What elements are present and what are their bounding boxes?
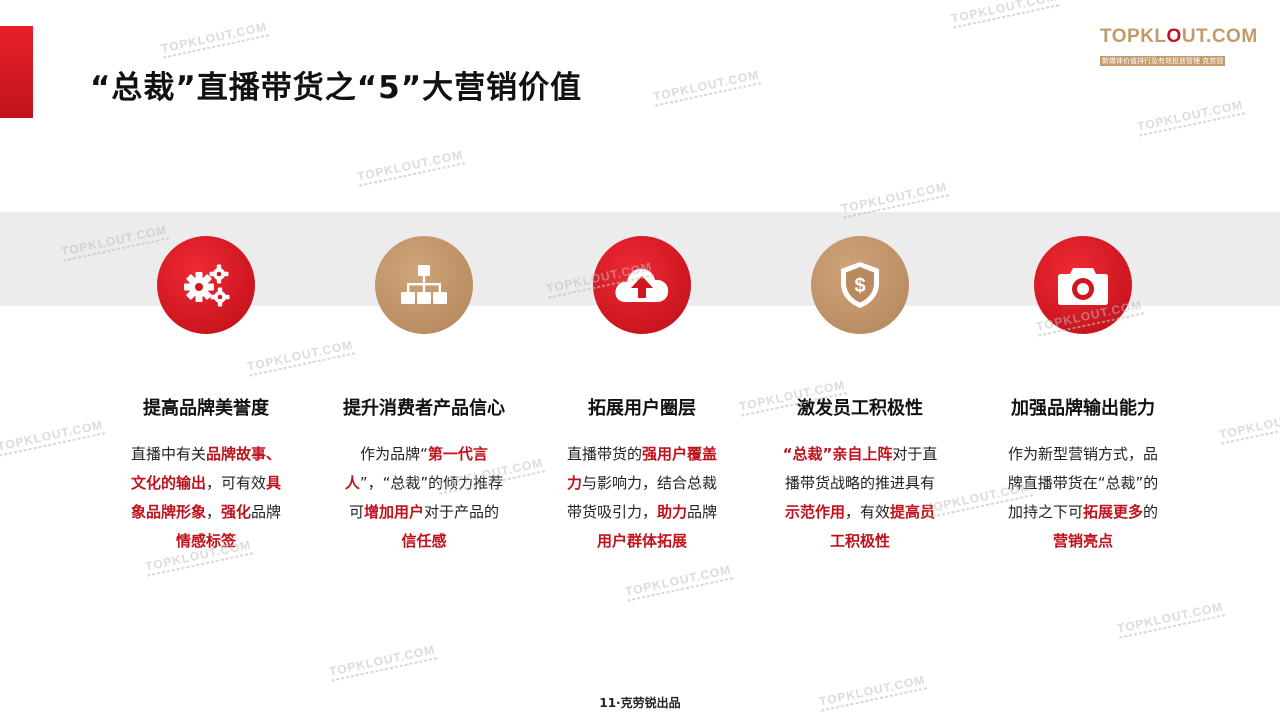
shield-dollar-icon: $ [811, 236, 909, 334]
svg-text:$: $ [854, 275, 865, 297]
highlight-text: 助力 [656, 503, 687, 521]
card-description: 作为新型营销方式，品牌直播带货在“总裁”的加持之下可拓展更多的营销亮点 [1003, 440, 1163, 556]
watermark: TOPKLOUT.COM [160, 20, 269, 59]
body-text: 直播中有关 [130, 445, 206, 463]
highlight-text: 拓展更多 [1082, 503, 1143, 521]
body-text: ，可有效 [205, 474, 266, 492]
watermark: TOPKLOUT.COM [1136, 98, 1245, 137]
card-description: 作为品牌“第一代言人”，“总裁”的倾力推荐可增加用户对于产品的信任感 [344, 440, 504, 556]
cloud-upload-icon [593, 236, 691, 334]
body-text: 的 [1143, 503, 1159, 521]
card-title: 提升消费者产品信心 [343, 398, 505, 419]
card-title: 提高品牌美誉度 [143, 398, 269, 419]
highlight-text: “总裁”亲自上阵 [782, 445, 893, 463]
highlight-text: 情感标签 [175, 532, 236, 550]
watermark: TOPKLOUT.COM [624, 563, 733, 602]
body-text: 作为品牌“ [360, 445, 428, 463]
highlight-text: 信任感 [401, 532, 447, 550]
card-description: 直播带货的强用户覆盖力与影响力，结合总裁带货吸引力，助力品牌用户群体拓展 [562, 440, 722, 556]
value-card-2: 提升消费者产品信心 作为品牌“第一代言人”，“总裁”的倾力推荐可增加用户对于产品… [324, 236, 524, 556]
body-text: 直播带货的 [566, 445, 642, 463]
watermark: TOPKLOUT.COM [950, 0, 1059, 29]
body-text: 对于产品的 [424, 503, 500, 521]
highlight-text: 用户群体拓展 [596, 532, 687, 550]
page-title: “总裁”直播带货之“5”大营销价值 [90, 70, 583, 106]
body-text: 品牌 [251, 503, 282, 521]
gears-icon [157, 236, 255, 334]
value-card-3: 拓展用户圈层 直播带货的强用户覆盖力与影响力，结合总裁带货吸引力，助力品牌用户群… [542, 236, 742, 556]
body-text: ， [205, 503, 221, 521]
body-text: 品牌 [687, 503, 718, 521]
highlight-text: 示范作用 [784, 503, 845, 521]
logo-text: TOPKLOUT.COM [1100, 26, 1258, 47]
card-title: 加强品牌输出能力 [1011, 398, 1155, 419]
logo-subtitle: 新媒体价值排行及有效投放管理 克劳锐 [1100, 56, 1226, 66]
value-card-4: $ 激发员工积极性 “总裁”亲自上阵对于直播带货战略的推进具有示范作用，有效提高… [760, 236, 960, 556]
card-description: “总裁”亲自上阵对于直播带货战略的推进具有示范作用，有效提高员工积极性 [780, 440, 940, 556]
camera-icon [1034, 236, 1132, 334]
highlight-text: 强化 [221, 503, 252, 521]
value-card-5: 加强品牌输出能力 作为新型营销方式，品牌直播带货在“总裁”的加持之下可拓展更多的… [983, 236, 1183, 556]
highlight-text: 营销亮点 [1052, 532, 1113, 550]
topklout-logo: TOPKLOUT.COM 新媒体价值排行及有效投放管理 克劳锐 [1100, 26, 1258, 66]
org-chart-icon [375, 236, 473, 334]
watermark: TOPKLOUT.COM [356, 148, 465, 187]
value-card-1: 提高品牌美誉度 直播中有关品牌故事、文化的输出，可有效具象品牌形象，强化品牌情感… [106, 236, 306, 556]
footer-page-label: 11·克劳锐出品 [599, 696, 681, 710]
watermark: TOPKLOUT.COM [1116, 600, 1225, 639]
highlight-text: 增加用户 [363, 503, 424, 521]
title-accent-bar [0, 26, 33, 118]
watermark: TOPKLOUT.COM [1218, 406, 1280, 445]
card-title: 激发员工积极性 [797, 398, 923, 419]
watermark: TOPKLOUT.COM [652, 68, 761, 107]
card-description: 直播中有关品牌故事、文化的输出，可有效具象品牌形象，强化品牌情感标签 [126, 440, 286, 556]
watermark: TOPKLOUT.COM [0, 418, 105, 457]
card-title: 拓展用户圈层 [588, 398, 696, 419]
body-text: ，有效 [844, 503, 890, 521]
watermark: TOPKLOUT.COM [328, 643, 437, 682]
